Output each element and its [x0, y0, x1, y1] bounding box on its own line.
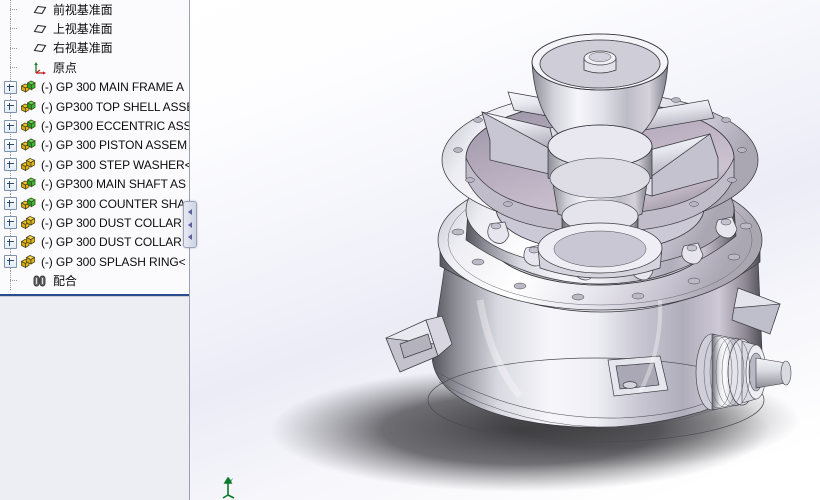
- tree-item-3[interactable]: 右视基准面: [0, 38, 189, 59]
- triad-y-label: Y: [229, 479, 233, 485]
- tree-indent-tick: [10, 280, 18, 282]
- part-icon: [20, 254, 36, 270]
- tree-indent-tick: [10, 67, 18, 69]
- tree-item-11[interactable]: (-) GP 300 COUNTER SHA: [0, 193, 189, 214]
- tree-item-13[interactable]: (-) GP 300 DUST COLLAR: [0, 232, 189, 253]
- expand-toggle-icon[interactable]: [4, 255, 17, 269]
- tree-empty-area: [0, 296, 189, 500]
- expand-toggle-icon[interactable]: [4, 177, 17, 191]
- tree-item-label: 前视基准面: [53, 2, 113, 17]
- tree-item-label: 配合: [53, 274, 77, 289]
- subassembly-icon: [20, 99, 36, 115]
- tree-item-label: 原点: [53, 60, 77, 75]
- expand-toggle-icon[interactable]: [4, 100, 17, 114]
- subassembly-icon: [20, 176, 36, 192]
- plane-icon: [32, 2, 48, 18]
- expand-toggle-icon[interactable]: [4, 216, 17, 230]
- cad-application-window: 前视基准面上视基准面右视基准面原点 (-) GP 300 MAIN FRAME A…: [0, 0, 820, 500]
- subassembly-icon: [20, 79, 36, 95]
- tree-item-label: (-) GP 300 STEP WASHER<: [41, 157, 189, 172]
- tree-indent-tick: [10, 47, 18, 49]
- tree-item-label: (-) GP300 MAIN SHAFT AS: [41, 177, 186, 192]
- panel-splitter-grip[interactable]: [183, 201, 197, 248]
- tree-item-12[interactable]: (-) GP 300 DUST COLLAR: [0, 213, 189, 233]
- expand-toggle-icon[interactable]: [4, 158, 17, 172]
- mates-icon: [32, 273, 48, 289]
- feature-tree-list: 前视基准面上视基准面右视基准面原点 (-) GP 300 MAIN FRAME A…: [0, 0, 189, 291]
- subassembly-icon: [20, 118, 36, 134]
- feature-manager-panel[interactable]: 前视基准面上视基准面右视基准面原点 (-) GP 300 MAIN FRAME A…: [0, 0, 190, 500]
- tree-item-label: (-) GP300 ECCENTRIC ASS: [41, 119, 189, 134]
- coordinate-triad: Y: [215, 476, 241, 500]
- tree-item-2[interactable]: 上视基准面: [0, 19, 189, 39]
- cone-crusher-model[interactable]: [190, 0, 820, 500]
- tree-item-14[interactable]: (-) GP 300 SPLASH RING<: [0, 252, 189, 272]
- tree-item-label: (-) GP 300 DUST COLLAR: [41, 215, 182, 230]
- part-icon: [20, 157, 36, 173]
- inspection-hatch: [607, 355, 669, 397]
- tree-item-6[interactable]: (-) GP300 TOP SHELL ASSE: [0, 96, 189, 117]
- collapse-arrow-icon: [188, 221, 192, 228]
- origin-icon: [32, 60, 48, 76]
- tree-item-7[interactable]: (-) GP300 ECCENTRIC ASS: [0, 116, 189, 136]
- expand-toggle-icon[interactable]: [4, 197, 17, 211]
- tree-item-label: (-) GP300 TOP SHELL ASSE: [41, 99, 189, 114]
- tree-item-label: (-) GP 300 DUST COLLAR: [41, 235, 182, 250]
- tree-item-15[interactable]: 配合: [0, 271, 189, 291]
- tree-item-label: (-) GP 300 COUNTER SHA: [41, 196, 186, 211]
- expand-toggle-icon[interactable]: [4, 80, 17, 94]
- tree-item-label: (-) GP 300 SPLASH RING<: [41, 254, 186, 269]
- part-icon: [20, 234, 36, 250]
- tree-item-label: (-) GP 300 MAIN FRAME A: [41, 80, 184, 95]
- part-icon: [20, 215, 36, 231]
- subassembly-icon: [20, 196, 36, 212]
- subassembly-icon: [20, 137, 36, 153]
- tree-indent-tick: [10, 28, 18, 30]
- collapse-arrow-icon: [188, 234, 192, 241]
- expand-toggle-icon[interactable]: [4, 235, 17, 249]
- tree-item-1[interactable]: 前视基准面: [0, 0, 189, 20]
- tree-item-9[interactable]: (-) GP 300 STEP WASHER<: [0, 155, 189, 175]
- main-shaft-assembly: [537, 124, 663, 279]
- expand-toggle-icon[interactable]: [4, 138, 17, 152]
- collapse-arrow-icon: [188, 208, 192, 215]
- tree-item-4[interactable]: 原点: [0, 58, 189, 78]
- expand-toggle-icon[interactable]: [4, 119, 17, 133]
- tree-item-label: 右视基准面: [53, 41, 113, 56]
- tree-item-5[interactable]: (-) GP 300 MAIN FRAME A: [0, 77, 189, 97]
- feature-tree-scroll-area[interactable]: 前视基准面上视基准面右视基准面原点 (-) GP 300 MAIN FRAME A…: [0, 0, 189, 500]
- plane-icon: [32, 40, 48, 56]
- tree-item-10[interactable]: (-) GP300 MAIN SHAFT AS: [0, 174, 189, 194]
- plane-icon: [32, 21, 48, 37]
- tree-indent-tick: [10, 9, 18, 10]
- tree-item-label: 上视基准面: [53, 22, 113, 37]
- tree-item-8[interactable]: (-) GP 300 PISTON ASSEM: [0, 135, 189, 156]
- graphics-viewport[interactable]: Y: [190, 0, 820, 500]
- tree-item-label: (-) GP 300 PISTON ASSEM: [41, 138, 187, 153]
